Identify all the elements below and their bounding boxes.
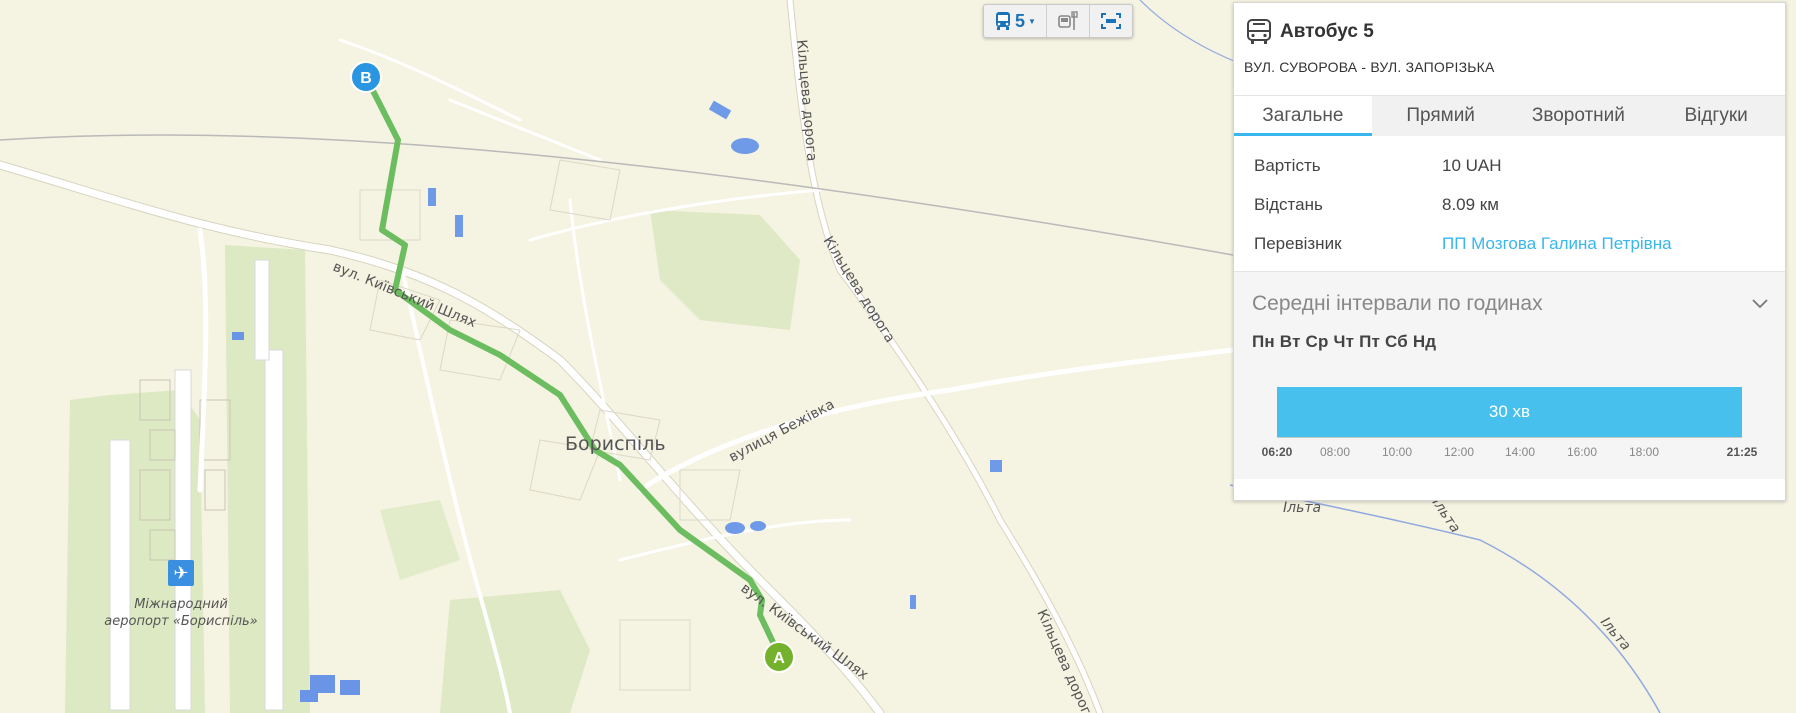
- info-row-price: Вартість 10 UAH: [1254, 146, 1765, 185]
- bus-icon: [996, 12, 1010, 30]
- tick-label: 08:00: [1319, 445, 1351, 459]
- fit-screen-icon: [1100, 13, 1121, 29]
- bus-stop-icon: [1058, 11, 1078, 30]
- river-label-1: Ільта: [1283, 500, 1321, 516]
- park-area: [440, 590, 590, 713]
- tab-reviews[interactable]: Відгуки: [1647, 96, 1785, 136]
- tick-label: 18:00: [1628, 445, 1660, 459]
- runway-2: [264, 349, 284, 711]
- marker-start-label: A: [773, 650, 785, 667]
- marker-start[interactable]: A: [763, 641, 795, 673]
- airport-icon: ✈: [168, 560, 194, 586]
- chevron-down-icon: ▼: [1028, 16, 1036, 26]
- price-label: Вартість: [1254, 155, 1321, 175]
- runway-3: [254, 259, 270, 361]
- tick-label: 12:00: [1443, 445, 1475, 459]
- distance-value: 8.09 км: [1442, 194, 1499, 214]
- route-details: Вартість 10 UAH Відстань 8.09 км Перевіз…: [1234, 136, 1785, 271]
- fit-screen-button[interactable]: [1090, 5, 1132, 37]
- taxiway: [174, 369, 192, 711]
- route-endpoints: ВУЛ. СУВОРОВА - ВУЛ. ЗАПОРІЗЬКА: [1244, 59, 1495, 75]
- route-info-panel: Автобус 5 ВУЛ. СУВОРОВА - ВУЛ. ЗАПОРІЗЬК…: [1233, 2, 1786, 501]
- time-axis: 06:20 08:00 10:00 12:00 14:00 16:00 18:0…: [1259, 437, 1774, 467]
- tick-label: 10:00: [1381, 445, 1413, 459]
- route-select-button[interactable]: 5 ▼: [984, 5, 1047, 37]
- tick-label: 14:00: [1504, 445, 1536, 459]
- city-label: Бориспіль: [565, 433, 666, 455]
- bus-stops-button[interactable]: [1047, 5, 1090, 37]
- airport-label-2: аеропорт «Бориспіль»: [104, 614, 257, 629]
- tab-return[interactable]: Зворотний: [1510, 96, 1648, 136]
- bus-icon: [1247, 19, 1271, 44]
- tick-label: 06:20: [1261, 445, 1293, 459]
- carrier-link[interactable]: ПП Мозгова Галина Петрівна: [1442, 234, 1672, 254]
- intervals-title: Середні інтервали по годинах: [1252, 292, 1543, 315]
- route-toolbar: 5 ▼: [983, 4, 1133, 38]
- interval-bar: 30 хв: [1277, 387, 1742, 437]
- svg-text:✈: ✈: [173, 563, 188, 584]
- axis-line: [1277, 437, 1742, 438]
- tab-general[interactable]: Загальне: [1234, 96, 1372, 136]
- chevron-down-icon[interactable]: [1751, 298, 1769, 310]
- panel-tabs: Загальне Прямий Зворотний Відгуки: [1234, 95, 1785, 136]
- panel-header: Автобус 5 ВУЛ. СУВОРОВА - ВУЛ. ЗАПОРІЗЬК…: [1234, 3, 1785, 95]
- info-row-distance: Відстань 8.09 км: [1254, 185, 1765, 224]
- distance-label: Відстань: [1254, 194, 1323, 214]
- tick-label: 16:00: [1566, 445, 1598, 459]
- route-number: 5: [1015, 10, 1026, 31]
- airport-label-1: Міжнародний: [134, 597, 228, 612]
- intervals-section: Середні інтервали по годинах Пн Вт Ср Чт…: [1234, 271, 1785, 479]
- tab-forward[interactable]: Прямий: [1372, 96, 1510, 136]
- intervals-header[interactable]: Середні інтервали по годинах: [1234, 272, 1785, 316]
- route-title: Автобус 5: [1280, 21, 1374, 42]
- days-selector[interactable]: Пн Вт Ср Чт Пт Сб Нд: [1234, 316, 1785, 352]
- price-value: 10 UAH: [1442, 155, 1502, 175]
- info-row-carrier: Перевізник ПП Мозгова Галина Петрівна: [1254, 224, 1765, 263]
- marker-end-label: B: [360, 70, 372, 87]
- carrier-label: Перевізник: [1254, 233, 1342, 253]
- runway-1: [109, 439, 131, 711]
- marker-end[interactable]: B: [350, 61, 382, 93]
- tick-label: 21:25: [1726, 445, 1758, 459]
